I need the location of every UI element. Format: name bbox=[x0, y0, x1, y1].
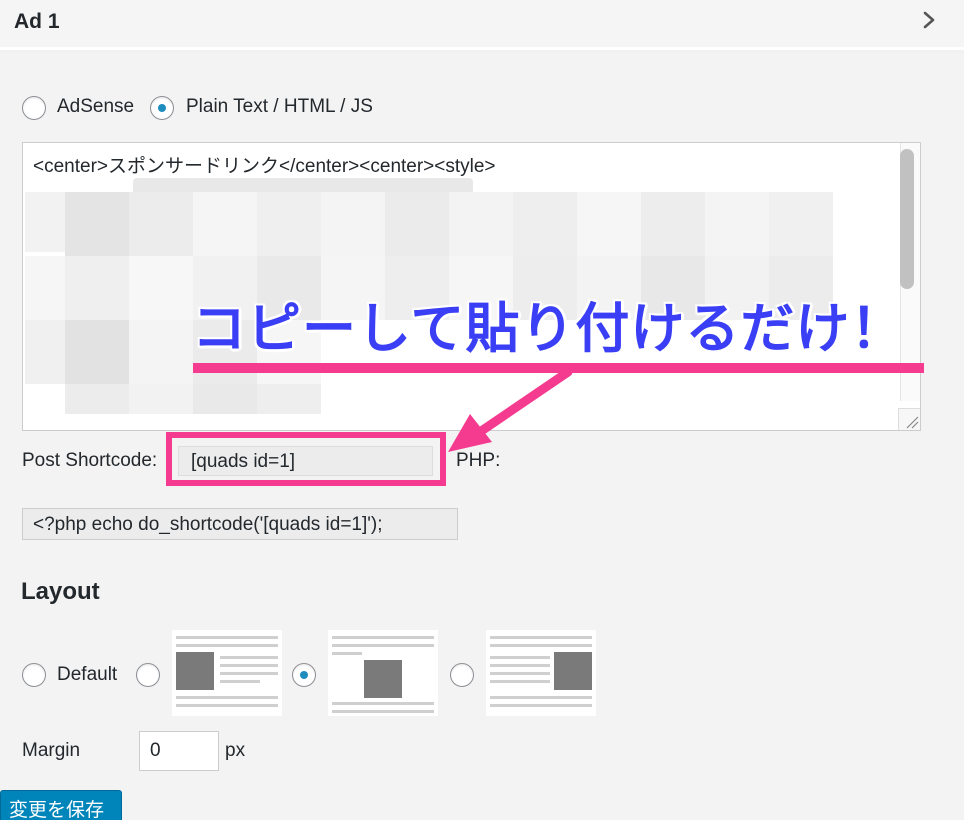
layout-default-label[interactable]: Default bbox=[57, 664, 117, 686]
save-button[interactable]: 変更を保存 bbox=[0, 790, 122, 820]
chevron-right-icon[interactable] bbox=[920, 8, 940, 32]
annotation-arrow-icon bbox=[448, 368, 573, 452]
shortcode-highlight-box bbox=[166, 432, 446, 486]
margin-unit: px bbox=[225, 740, 246, 761]
margin-input[interactable]: 0 bbox=[139, 731, 219, 771]
layout-right-radio[interactable] bbox=[450, 663, 474, 687]
adsense-radio[interactable] bbox=[22, 96, 46, 120]
layout-default-radio[interactable] bbox=[22, 663, 46, 687]
php-shortcode-field[interactable]: <?php echo do_shortcode('[quads id=1]'); bbox=[22, 508, 458, 540]
plain-text-label[interactable]: Plain Text / HTML / JS bbox=[186, 96, 373, 118]
post-shortcode-label: Post Shortcode: bbox=[22, 450, 158, 471]
adsense-label[interactable]: AdSense bbox=[57, 96, 134, 118]
margin-label: Margin bbox=[22, 740, 81, 761]
layout-right-image[interactable] bbox=[486, 630, 596, 716]
panel-title: Ad 1 bbox=[14, 10, 60, 33]
php-label: PHP: bbox=[456, 450, 501, 471]
annotation-callout: コピーして貼り付けるだけ！ bbox=[192, 299, 906, 359]
layout-center-image[interactable] bbox=[328, 630, 438, 716]
plain-text-radio[interactable] bbox=[150, 96, 174, 120]
resize-grip-icon[interactable] bbox=[898, 408, 920, 430]
layout-heading: Layout bbox=[21, 578, 100, 605]
layout-center-radio[interactable] bbox=[292, 663, 316, 687]
panel-header[interactable]: Ad 1 bbox=[0, 0, 964, 50]
layout-left-image[interactable] bbox=[172, 630, 282, 716]
layout-left-radio[interactable] bbox=[136, 663, 160, 687]
textarea-scrollbar-thumb[interactable] bbox=[900, 149, 914, 289]
